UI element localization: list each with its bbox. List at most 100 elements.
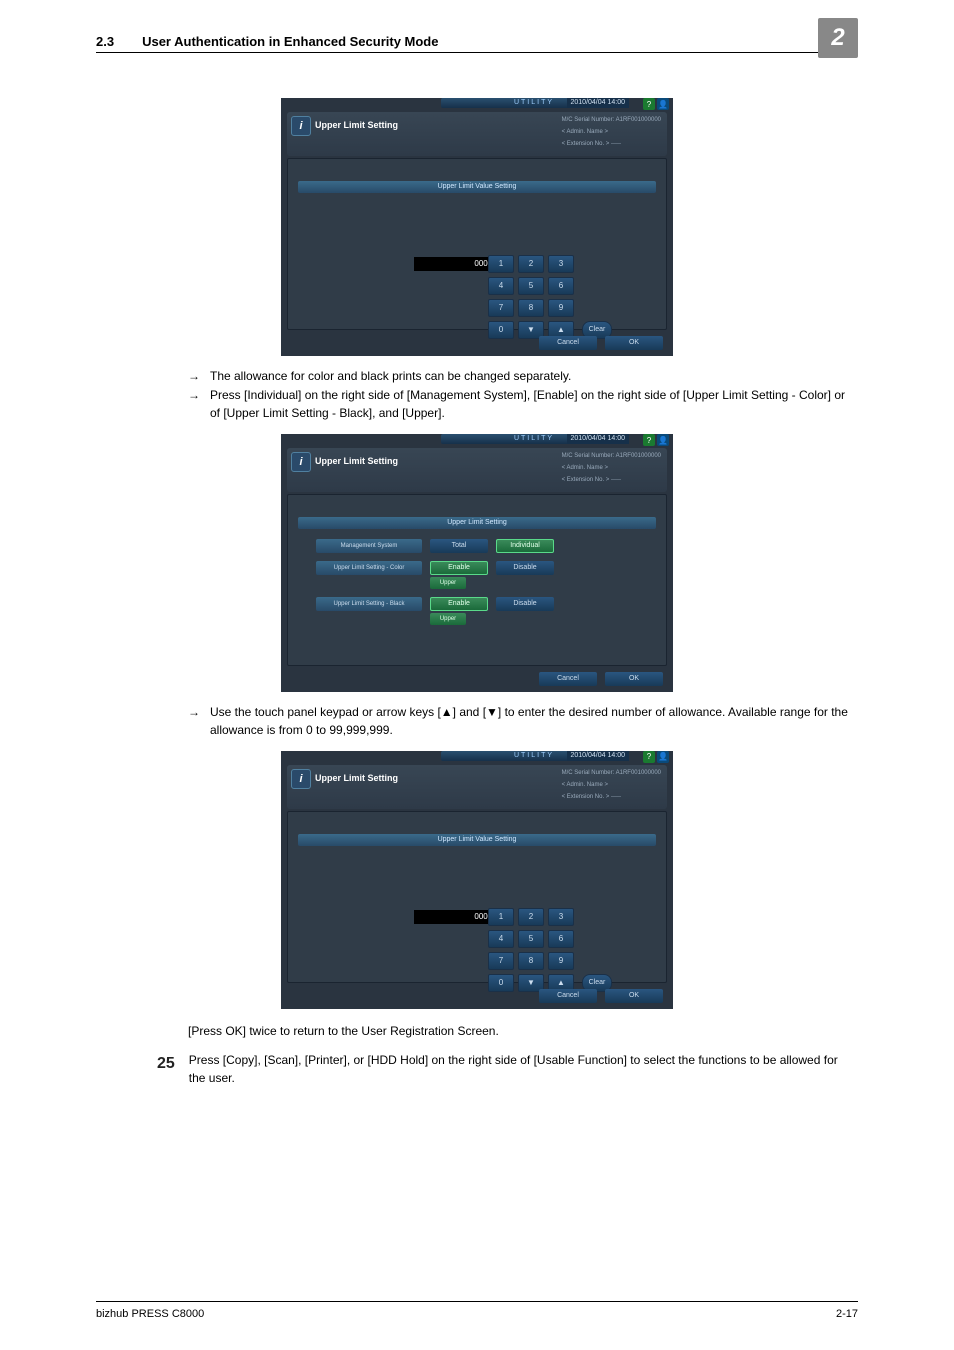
person-icon[interactable]: 👤 (657, 751, 669, 763)
label-upper-black: Upper Limit Setting - Black (316, 597, 422, 611)
keypad: 1 2 3 4 5 6 7 8 9 0 ▼ ▲ (488, 908, 574, 992)
key-3[interactable]: 3 (548, 255, 574, 273)
mid-label: Upper Limit Setting (298, 517, 656, 529)
screen-title: Upper Limit Setting (315, 773, 398, 809)
key-7[interactable]: 7 (488, 952, 514, 970)
top-icons: ? 👤 (643, 98, 669, 110)
cancel-button[interactable]: Cancel (539, 336, 597, 350)
ok-button[interactable]: OK (605, 989, 663, 1003)
screen-date: 2010/04/04 14:00 (567, 751, 630, 761)
person-icon[interactable]: 👤 (657, 434, 669, 446)
key-6[interactable]: 6 (548, 277, 574, 295)
help-icon[interactable]: ? (643, 751, 655, 763)
bullet-text: The allowance for color and black prints… (210, 368, 571, 385)
bullet-b1: → Use the touch panel keypad or arrow ke… (188, 704, 858, 739)
row-upper-limit-color: Upper Limit Setting - Color Enable Disab… (316, 561, 638, 575)
screen-top: UTILITY 2010/04/04 14:00 ? 👤 (281, 434, 673, 446)
help-icon[interactable]: ? (643, 98, 655, 110)
top-icons: ? 👤 (643, 434, 669, 446)
upper-color-button[interactable]: Upper (430, 577, 466, 589)
person-icon[interactable]: 👤 (657, 98, 669, 110)
key-9[interactable]: 9 (548, 299, 574, 317)
section-number: 2.3 (96, 34, 114, 49)
ok-button[interactable]: OK (605, 672, 663, 686)
screen-top: UTILITY 2010/04/04 14:00 ? 👤 (281, 98, 673, 110)
bullet-a1: → The allowance for color and black prin… (188, 368, 858, 385)
meta-serial: M/C Serial Number: A1RF001000000 (562, 450, 661, 462)
upper-color-row: Upper (316, 583, 638, 597)
ok-button[interactable]: OK (605, 336, 663, 350)
cancel-button[interactable]: Cancel (539, 672, 597, 686)
step-25: 25 Press [Copy], [Scan], [Printer], or [… (150, 1052, 854, 1087)
bullet-block-a: → The allowance for color and black prin… (188, 368, 858, 422)
key-1[interactable]: 1 (488, 255, 514, 273)
disable-black-button[interactable]: Disable (496, 597, 554, 611)
screen-titlebar: i Upper Limit Setting M/C Serial Number:… (287, 765, 667, 809)
screen-bottom: Cancel OK (539, 989, 663, 1003)
row-management-system: Management System Total Individual (316, 539, 638, 553)
key-0[interactable]: 0 (488, 321, 514, 339)
step-number: 25 (150, 1052, 175, 1075)
meta-serial: M/C Serial Number: A1RF001000000 (562, 114, 661, 126)
mid-label: Upper Limit Value Setting (298, 181, 656, 193)
key-6[interactable]: 6 (548, 930, 574, 948)
disable-color-button[interactable]: Disable (496, 561, 554, 575)
screenshot-b: UTILITY 2010/04/04 14:00 ? 👤 i Upper Lim… (0, 434, 954, 692)
key-3[interactable]: 3 (548, 908, 574, 926)
key-5[interactable]: 5 (518, 930, 544, 948)
label-management-system: Management System (316, 539, 422, 553)
arrow-icon: → (188, 368, 200, 385)
screen-bottom: Cancel OK (539, 672, 663, 686)
total-button[interactable]: Total (430, 539, 488, 553)
enable-black-button[interactable]: Enable (430, 597, 488, 611)
enable-color-button[interactable]: Enable (430, 561, 488, 575)
screen-meta: M/C Serial Number: A1RF001000000 < Admin… (562, 767, 661, 803)
key-8[interactable]: 8 (518, 952, 544, 970)
upper-black-row: Upper (316, 619, 638, 633)
key-2[interactable]: 2 (518, 255, 544, 273)
screen-top: UTILITY 2010/04/04 14:00 ? 👤 (281, 751, 673, 763)
header-rule (96, 52, 844, 53)
chapter-badge: 2 (818, 18, 858, 58)
key-8[interactable]: 8 (518, 299, 544, 317)
top-icons: ? 👤 (643, 751, 669, 763)
arrow-icon: → (188, 704, 200, 739)
individual-button[interactable]: Individual (496, 539, 554, 553)
key-9[interactable]: 9 (548, 952, 574, 970)
keypad: 1 2 3 4 5 6 7 8 9 0 ▼ ▲ (488, 255, 574, 339)
screen-date: 2010/04/04 14:00 (567, 98, 630, 108)
footer-product: bizhub PRESS C8000 (96, 1308, 204, 1320)
options-rows: Management System Total Individual Upper… (316, 539, 638, 633)
bullet-block-b: → Use the touch panel keypad or arrow ke… (188, 704, 858, 739)
step-text: Press [Copy], [Scan], [Printer], or [HDD… (189, 1052, 854, 1087)
key-4[interactable]: 4 (488, 277, 514, 295)
page-footer: bizhub PRESS C8000 2-17 (96, 1301, 858, 1320)
content-area: UTILITY 2010/04/04 14:00 ? 👤 i Upper Lim… (0, 98, 954, 1290)
header-left: 2.3 User Authentication in Enhanced Secu… (96, 34, 438, 49)
screen-body: Upper Limit Value Setting 00000000 1 2 3… (287, 158, 667, 330)
bullet-text: Use the touch panel keypad or arrow keys… (210, 704, 858, 739)
cancel-button[interactable]: Cancel (539, 989, 597, 1003)
meta-admin: < Admin. Name > (562, 779, 661, 791)
screen-title: Upper Limit Setting (315, 120, 398, 156)
screen-title: Upper Limit Setting (315, 456, 398, 492)
screen-date: 2010/04/04 14:00 (567, 434, 630, 444)
device-screen-a: UTILITY 2010/04/04 14:00 ? 👤 i Upper Lim… (281, 98, 673, 356)
help-icon[interactable]: ? (643, 434, 655, 446)
screen-titlebar: i Upper Limit Setting M/C Serial Number:… (287, 112, 667, 156)
key-4[interactable]: 4 (488, 930, 514, 948)
meta-serial: M/C Serial Number: A1RF001000000 (562, 767, 661, 779)
key-5[interactable]: 5 (518, 277, 544, 295)
key-2[interactable]: 2 (518, 908, 544, 926)
page-header: 2.3 User Authentication in Enhanced Secu… (96, 34, 858, 49)
footer-page-number: 2-17 (836, 1308, 858, 1320)
screen-meta: M/C Serial Number: A1RF001000000 < Admin… (562, 450, 661, 486)
key-1[interactable]: 1 (488, 908, 514, 926)
screen-meta: M/C Serial Number: A1RF001000000 < Admin… (562, 114, 661, 150)
meta-ext: < Extension No. > ----- (562, 138, 661, 150)
meta-ext: < Extension No. > ----- (562, 791, 661, 803)
mid-label: Upper Limit Value Setting (298, 834, 656, 846)
key-7[interactable]: 7 (488, 299, 514, 317)
upper-black-button[interactable]: Upper (430, 613, 466, 625)
key-0[interactable]: 0 (488, 974, 514, 992)
